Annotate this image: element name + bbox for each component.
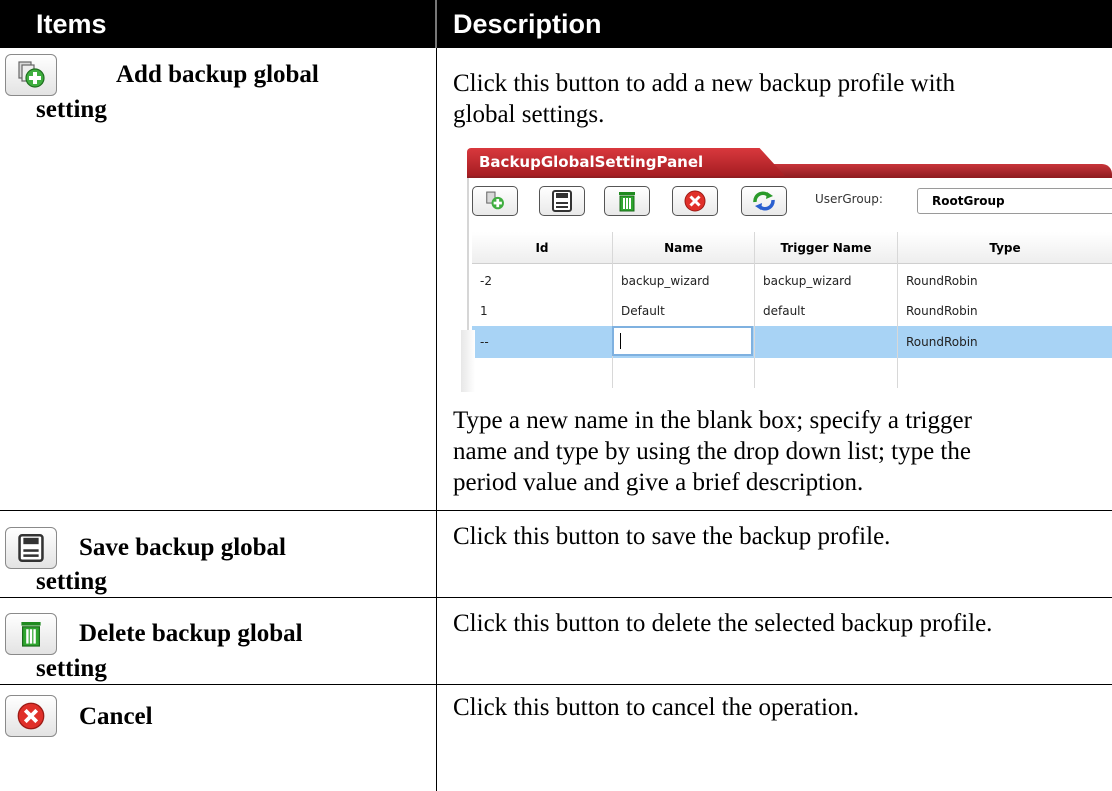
panel-cancel-button[interactable]: [672, 186, 718, 216]
panel-refresh-button[interactable]: [741, 186, 787, 216]
grid-cell-id: -2: [480, 274, 492, 288]
save-desc: Click this button to save the backup pro…: [453, 523, 891, 550]
delete-desc: Click this button to delete the selected…: [453, 610, 993, 637]
grid-cell-id: 1: [480, 304, 488, 318]
grid-cell-type: RoundRobin: [906, 335, 978, 349]
text-caret: [620, 333, 621, 349]
save-item-title-cont: setting: [36, 568, 107, 595]
cancel-icon: [17, 702, 45, 730]
add-backup-button[interactable]: [5, 54, 57, 96]
usergroup-label: UserGroup:: [815, 192, 883, 206]
delete-item-title: Delete backup global: [79, 620, 303, 647]
grid-header-type[interactable]: Type: [898, 232, 1112, 264]
grid-header-name[interactable]: Name: [613, 232, 754, 264]
add-desc-after-3: period value and give a brief descriptio…: [453, 469, 864, 496]
panel-delete-button[interactable]: [604, 186, 650, 216]
add-icon: [486, 191, 504, 210]
add-item-title-cont: setting: [36, 96, 107, 123]
panel-edge-shadow: [461, 330, 475, 392]
header-description: Description: [437, 0, 1112, 48]
save-icon: [18, 534, 44, 562]
save-backup-button[interactable]: [5, 527, 57, 569]
delete-backup-button[interactable]: [5, 613, 57, 655]
add-desc-after-1: Type a new name in the blank box; specif…: [453, 407, 972, 434]
grid-header-id[interactable]: Id: [472, 232, 612, 264]
column-divider: [436, 48, 437, 791]
usergroup-select[interactable]: RootGroup: [917, 188, 1112, 214]
add-icon: [18, 61, 45, 88]
save-item-title: Save backup global: [79, 534, 287, 561]
grid-cell-type: RoundRobin: [906, 274, 978, 288]
grid-cell-trigger-name: backup_wizard: [763, 274, 852, 288]
panel-add-button[interactable]: [472, 186, 518, 216]
row-divider: [0, 510, 1112, 511]
items-description-table: Items Description Add backup global sett…: [0, 0, 1112, 791]
save-icon: [552, 190, 572, 212]
add-desc-line-2: global settings.: [453, 101, 605, 128]
refresh-icon: [753, 191, 775, 211]
cancel-item-title: Cancel: [79, 703, 153, 730]
add-desc-after-2: name and type by using the drop down lis…: [453, 438, 971, 465]
grid-header-trigger-name[interactable]: Trigger Name: [755, 232, 897, 264]
grid-row-selected[interactable]: [472, 326, 1112, 358]
trash-icon: [21, 622, 41, 647]
cancel-icon: [684, 190, 706, 212]
add-desc-line-1: Click this button to add a new backup pr…: [453, 70, 955, 97]
grid-cell-type: RoundRobin: [906, 304, 978, 318]
add-item-title: Add backup global: [116, 61, 319, 88]
panel-title-tab: BackupGlobalSettingPanel: [467, 148, 785, 176]
row-divider: [0, 597, 1112, 598]
cancel-button[interactable]: [5, 695, 57, 737]
name-edit-field[interactable]: [612, 326, 753, 356]
grid-cell-name: Default: [621, 304, 665, 318]
delete-item-title-cont: setting: [36, 655, 107, 682]
row-divider: [0, 684, 1112, 685]
panel-save-button[interactable]: [539, 186, 585, 216]
grid-cell-name: backup_wizard: [621, 274, 710, 288]
grid-cell-trigger-name: default: [763, 304, 806, 318]
header-items: Items: [0, 0, 435, 48]
cancel-desc: Click this button to cancel the operatio…: [453, 694, 860, 721]
trash-icon: [619, 192, 635, 212]
